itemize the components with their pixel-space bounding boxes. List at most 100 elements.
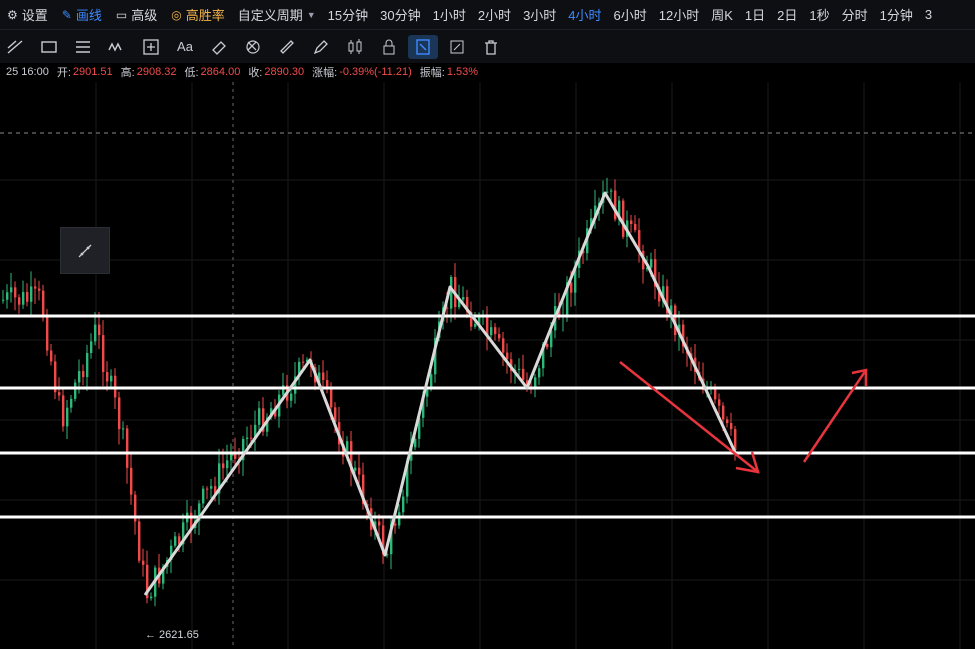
period-tab[interactable]: 3	[919, 0, 938, 29]
measure-tool[interactable]	[136, 35, 166, 59]
period-tab[interactable]: 1秒	[803, 0, 835, 29]
close-label: 收:	[248, 67, 263, 79]
trend-line-tool[interactable]	[0, 35, 30, 59]
candle-body	[322, 372, 325, 381]
candle-body	[378, 521, 381, 526]
ruler-tool[interactable]	[272, 35, 302, 59]
high-label: 高:	[120, 67, 135, 79]
chevron-down-icon: ▼	[306, 9, 316, 20]
open-value: 2901.51	[72, 66, 113, 78]
period-tab[interactable]: 12小时	[653, 0, 705, 29]
candle-body	[290, 393, 293, 401]
custom-period-dropdown[interactable]: 自定义周期 ▼	[232, 0, 322, 29]
candle-body	[722, 405, 725, 420]
briefcase-icon: ▭	[115, 7, 128, 22]
candle-body	[250, 437, 253, 439]
period-tab[interactable]: 15分钟	[322, 0, 374, 29]
delete-tool[interactable]	[476, 35, 506, 59]
candle-body	[326, 380, 329, 388]
candle-body	[634, 224, 637, 231]
candle-body	[726, 419, 729, 424]
down-arrow-shaft	[619, 361, 759, 473]
draw-button[interactable]: ✎ 画线	[55, 0, 109, 29]
candle-body	[462, 297, 465, 300]
up-arrow-shaft	[802, 369, 868, 463]
candle-body	[490, 327, 493, 336]
candle-body	[62, 395, 65, 427]
candle-body	[110, 375, 113, 382]
candle-body	[30, 286, 33, 302]
parallel-lines-icon	[76, 40, 90, 53]
select-tool[interactable]	[408, 34, 438, 59]
winrate-label: 高胜率	[185, 8, 225, 23]
candle-body	[38, 288, 41, 291]
candle-body	[122, 428, 125, 430]
draw-label: 画线	[75, 8, 102, 23]
candle-body	[18, 297, 21, 305]
candle-body	[118, 397, 121, 430]
period-tab[interactable]: 1日	[739, 0, 771, 29]
ohlc-info-bar: 25 16:00 开: 2901.51 高: 2908.32 低: 2864.00 收…	[0, 63, 478, 81]
candle-body	[2, 299, 5, 301]
change-label: 涨幅:	[312, 67, 338, 79]
candle-body	[138, 521, 141, 561]
candle-body	[142, 560, 145, 565]
period-tab[interactable]: 6小时	[608, 0, 653, 29]
candle-body	[46, 317, 49, 351]
candle-body	[202, 488, 205, 504]
floating-draw-button[interactable]	[60, 227, 110, 274]
period-tab[interactable]: 3小时	[517, 0, 562, 29]
candle-body	[258, 408, 261, 425]
text-tool[interactable]: Aa	[170, 35, 200, 59]
candle-body	[130, 467, 133, 495]
candle-body	[206, 488, 209, 490]
period-tab[interactable]: 4小时	[562, 0, 607, 29]
candle-body	[82, 371, 85, 378]
chart-canvas[interactable]	[0, 82, 975, 649]
candle-body	[450, 277, 453, 309]
rectangle-tool[interactable]	[34, 35, 64, 59]
open-label: 开:	[56, 67, 71, 79]
eraser-tool[interactable]	[204, 35, 234, 59]
candle-body	[10, 287, 13, 293]
fib-wave-icon	[108, 41, 122, 52]
gear-icon: ⚙	[7, 7, 18, 22]
settings-button[interactable]: ⚙ 设置	[0, 0, 55, 29]
candle-body	[74, 382, 77, 399]
candle-body	[226, 460, 229, 469]
candle-body	[210, 486, 213, 489]
candle-body	[734, 429, 737, 451]
pen-tool[interactable]	[306, 35, 336, 59]
candle-body	[650, 259, 653, 268]
candle-body	[614, 190, 617, 220]
candle-body	[622, 200, 625, 237]
winrate-icon: ◎	[171, 7, 182, 22]
period-tab[interactable]: 分时	[836, 0, 874, 29]
low-label: 低:	[184, 67, 199, 79]
period-tab[interactable]: 2日	[771, 0, 803, 29]
lock-tool[interactable]	[374, 35, 404, 59]
candle-body	[246, 437, 249, 439]
candle-body	[86, 353, 89, 378]
amplitude-label: 振幅:	[419, 67, 445, 79]
period-tab[interactable]: 30分钟	[374, 0, 426, 29]
period-tab[interactable]: 2小时	[472, 0, 517, 29]
period-tab[interactable]: 1小时	[427, 0, 472, 29]
candles-tool[interactable]	[340, 35, 370, 59]
rectangle-icon	[41, 40, 57, 53]
period-tab[interactable]: 周K	[705, 0, 739, 29]
advanced-button[interactable]: ▭ 高级	[109, 0, 164, 29]
candle-body	[90, 341, 93, 354]
trend-line-icon	[7, 39, 23, 54]
period-tab[interactable]: 1分钟	[874, 0, 919, 29]
candle-body	[522, 368, 525, 381]
candle-body	[14, 287, 17, 298]
edit-tool[interactable]	[442, 35, 472, 59]
magnet-tool[interactable]	[238, 35, 268, 59]
winrate-button[interactable]: ◎ 高胜率	[164, 0, 232, 29]
period-tabs: 15分钟 30分钟 1小时 2小时 3小时 4小时 6小时 12小时 周K 1日 2日 1秒 分时 1分钟…	[322, 0, 938, 29]
parallel-lines-tool[interactable]	[68, 35, 98, 59]
candlestick-chart[interactable]	[0, 82, 975, 649]
fib-wave-tool[interactable]	[102, 35, 132, 59]
ruler-icon	[280, 39, 294, 54]
